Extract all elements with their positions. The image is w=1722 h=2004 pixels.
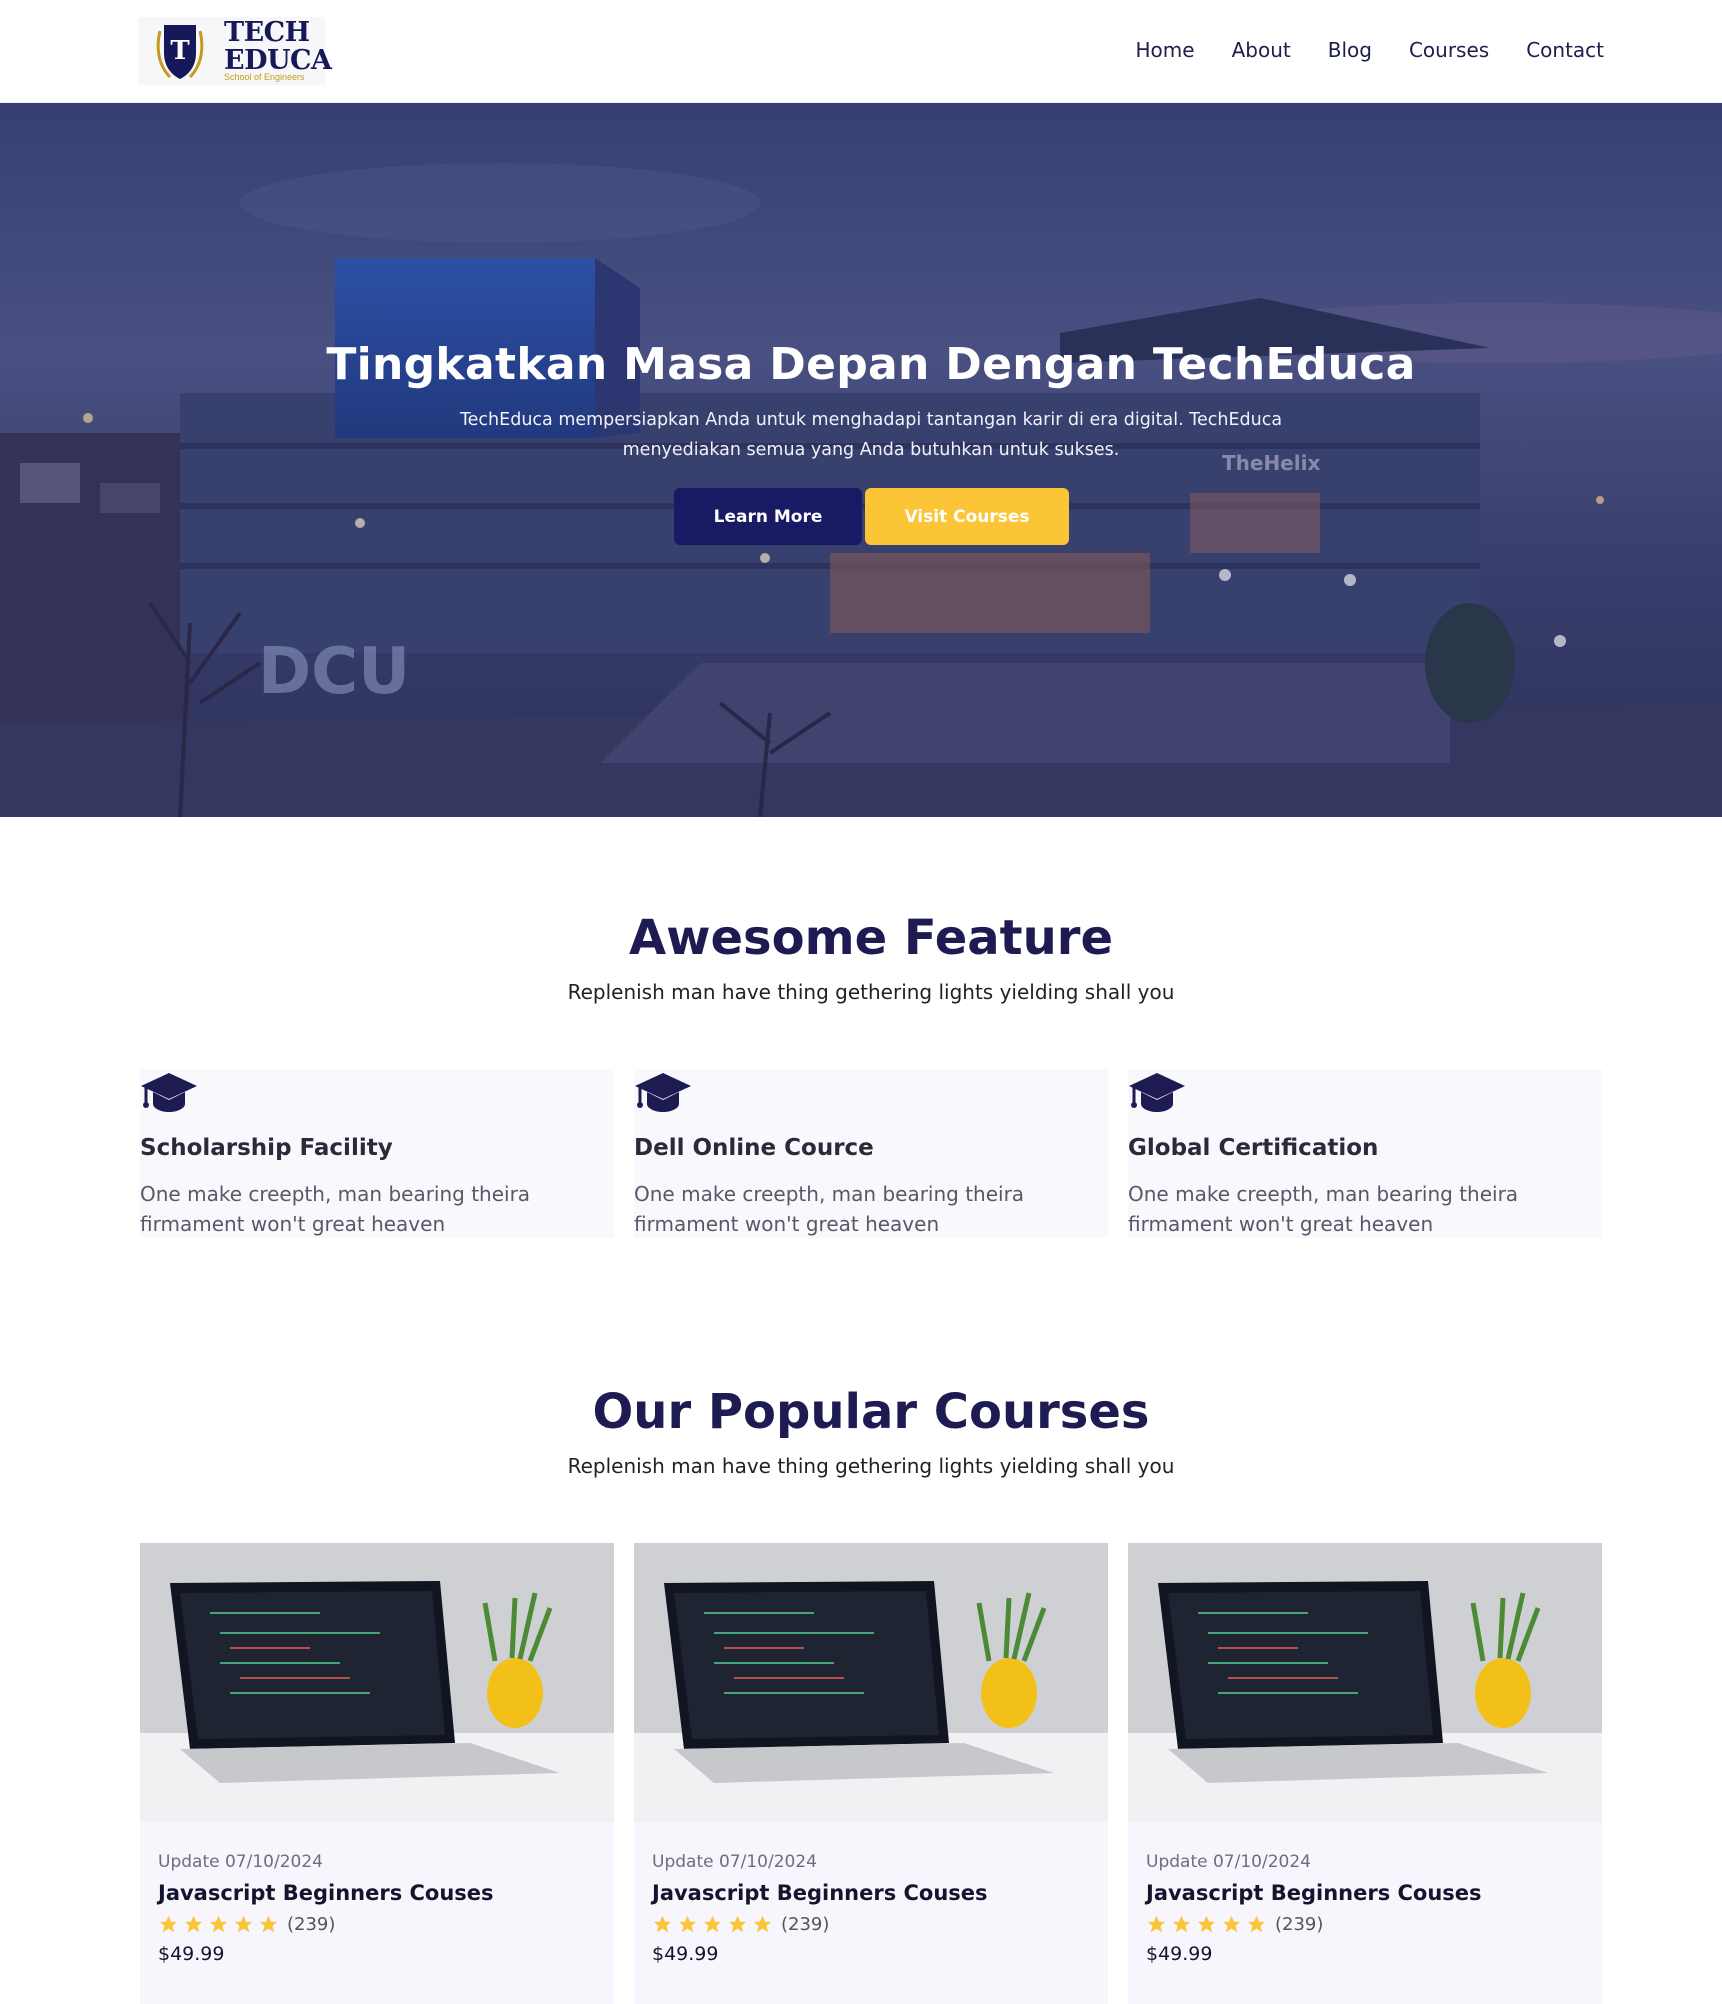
- courses-title: Our Popular Courses: [592, 1384, 1150, 1440]
- nav-about[interactable]: About: [1232, 38, 1291, 62]
- nav-home[interactable]: Home: [1136, 38, 1195, 62]
- star-icon: [159, 1915, 178, 1933]
- feature-title: Scholarship Facility: [140, 1135, 393, 1161]
- star-icon: [184, 1915, 203, 1933]
- star-icon: [1147, 1915, 1166, 1933]
- course-rating: (239): [158, 1914, 335, 1935]
- feature-title: Dell Online Cource: [634, 1135, 874, 1161]
- logo-wordmark: TECH EDUCA: [224, 17, 332, 76]
- nav-contact[interactable]: Contact: [1526, 38, 1604, 62]
- star-icon: [678, 1915, 697, 1933]
- feature-text: One make creepth, man bearing theira fir…: [634, 1182, 1025, 1236]
- course-price: $49.99: [652, 1943, 719, 1965]
- star-icon: [653, 1915, 672, 1933]
- logo-line-2: EDUCA: [224, 45, 332, 76]
- hero-title: Tingkatkan Masa Depan Dengan TechEduca: [326, 339, 1416, 390]
- rating-count: (239): [781, 1914, 830, 1935]
- course-card[interactable]: Update 07/10/2024 Javascript Beginners C…: [1128, 1543, 1602, 2004]
- shield-logo-icon: T: [156, 25, 204, 79]
- star-icon: [728, 1915, 747, 1933]
- rating-count: (239): [1275, 1914, 1324, 1935]
- course-rating: (239): [652, 1914, 829, 1935]
- course-thumbnail: [1128, 1543, 1602, 1822]
- course-card[interactable]: Update 07/10/2024 Javascript Beginners C…: [634, 1543, 1108, 2004]
- star-icon: [1172, 1915, 1191, 1933]
- course-price: $49.99: [1146, 1943, 1213, 1965]
- course-thumbnail: [634, 1543, 1108, 1822]
- course-thumbnail: [140, 1543, 614, 1822]
- hero-subtitle: TechEduca mempersiapkan Anda untuk mengh…: [459, 410, 1283, 460]
- rating-count: (239): [287, 1914, 336, 1935]
- course-title[interactable]: Javascript Beginners Couses: [652, 1881, 988, 1905]
- star-icon: [753, 1915, 772, 1933]
- course-date: Update 07/10/2024: [158, 1852, 323, 1872]
- course-title[interactable]: Javascript Beginners Couses: [158, 1881, 494, 1905]
- feature-card: Scholarship Facility One make creepth, m…: [140, 1069, 614, 1238]
- site-logo[interactable]: T TECH EDUCA School of Engineers: [138, 17, 332, 85]
- star-icon: [259, 1915, 278, 1933]
- hero-section: DCU TheHelix Tingkatkan Masa Depan Denga…: [0, 103, 1722, 817]
- main-nav: Home About Blog Courses Contact: [1136, 38, 1604, 62]
- course-card[interactable]: Update 07/10/2024 Javascript Beginners C…: [140, 1543, 614, 2004]
- graduation-cap-icon: [635, 1073, 691, 1112]
- logo-line-1: TECH: [224, 17, 310, 48]
- star-icon: [703, 1915, 722, 1933]
- svg-text:T: T: [170, 36, 190, 66]
- nav-courses[interactable]: Courses: [1409, 38, 1489, 62]
- logo-tagline: School of Engineers: [224, 72, 305, 82]
- feature-card: Dell Online Cource One make creepth, man…: [634, 1069, 1108, 1238]
- course-date: Update 07/10/2024: [652, 1852, 817, 1872]
- feature-title: Global Certification: [1128, 1135, 1379, 1161]
- star-icon: [209, 1915, 228, 1933]
- graduation-cap-icon: [1129, 1073, 1185, 1112]
- star-icon: [234, 1915, 253, 1933]
- courses-subtitle: Replenish man have thing gethering light…: [567, 1454, 1175, 1478]
- nav-blog[interactable]: Blog: [1328, 38, 1372, 62]
- course-rating: (239): [1146, 1914, 1323, 1935]
- feature-text: One make creepth, man bearing theira fir…: [140, 1182, 531, 1236]
- course-price: $49.99: [158, 1943, 225, 1965]
- star-icon: [1247, 1915, 1266, 1933]
- visit-courses-button[interactable]: Visit Courses: [865, 488, 1069, 545]
- features-title: Awesome Feature: [628, 910, 1113, 966]
- star-icon: [1197, 1915, 1216, 1933]
- graduation-cap-icon: [141, 1073, 197, 1112]
- learn-more-button[interactable]: Learn More: [674, 488, 862, 545]
- star-icon: [1222, 1915, 1241, 1933]
- course-date: Update 07/10/2024: [1146, 1852, 1311, 1872]
- site-header: T TECH EDUCA School of Engineers Home Ab…: [0, 0, 1722, 103]
- feature-text: One make creepth, man bearing theira fir…: [1128, 1182, 1519, 1236]
- feature-card: Global Certification One make creepth, m…: [1128, 1069, 1602, 1238]
- features-subtitle: Replenish man have thing gethering light…: [567, 980, 1175, 1004]
- course-title[interactable]: Javascript Beginners Couses: [1146, 1881, 1482, 1905]
